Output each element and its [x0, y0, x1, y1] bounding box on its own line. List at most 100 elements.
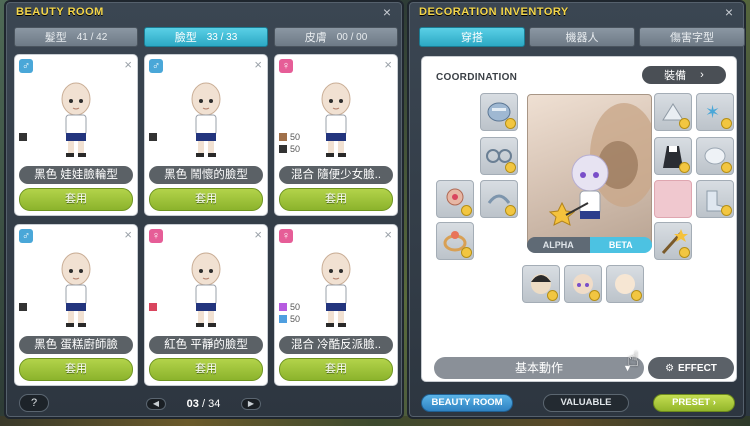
- slot-hat[interactable]: [480, 93, 518, 131]
- apply-button[interactable]: 套用: [149, 188, 263, 211]
- male-icon: ♂: [19, 229, 33, 243]
- next-page-button[interactable]: ▶: [240, 398, 261, 410]
- equip-button[interactable]: 裝備 ›: [642, 66, 726, 84]
- close-icon[interactable]: ×: [124, 57, 132, 72]
- male-icon: ♂: [19, 59, 33, 73]
- slot-face-accessory[interactable]: [480, 137, 518, 175]
- face-card[interactable]: ♀ × 50 50 混合 冷酷反派臉.. 套用: [274, 224, 398, 386]
- tab-skin[interactable]: 皮膚 00 / 00: [274, 27, 398, 47]
- female-icon: ♀: [279, 229, 293, 243]
- close-icon[interactable]: ×: [254, 227, 262, 242]
- apply-button[interactable]: 套用: [279, 188, 393, 211]
- apply-button[interactable]: 套用: [19, 358, 133, 381]
- tab-hair[interactable]: 髮型 41 / 42: [14, 27, 138, 47]
- coin-icon: [505, 162, 516, 173]
- prev-page-button[interactable]: ◀: [146, 398, 166, 410]
- help-button[interactable]: ?: [19, 394, 49, 412]
- alpha-option[interactable]: ALPHA: [527, 237, 590, 253]
- color-swatches: [19, 301, 30, 313]
- tab-android[interactable]: 機器人: [529, 27, 635, 47]
- color-swatch: [149, 303, 157, 311]
- slot-weapon[interactable]: [654, 222, 692, 260]
- color-swatches: [149, 131, 160, 143]
- color-swatches: 50 50: [279, 131, 300, 155]
- coin-icon: [631, 290, 642, 301]
- coin-icon: [721, 118, 732, 129]
- mix-ratio: 50: [290, 302, 301, 312]
- decoration-close-icon[interactable]: ×: [722, 5, 736, 19]
- slot-effect[interactable]: ✶: [696, 93, 734, 131]
- color-swatches: [149, 301, 160, 313]
- slot-gloves[interactable]: [696, 137, 734, 175]
- apply-button[interactable]: 套用: [149, 358, 263, 381]
- apply-button[interactable]: 套用: [279, 358, 393, 381]
- tab-face-label: 臉型: [174, 32, 197, 44]
- coin-icon: [461, 247, 472, 258]
- tab-damage-skin[interactable]: 傷害字型: [639, 27, 745, 47]
- coin-icon: [461, 205, 472, 216]
- color-swatches: 50 50: [279, 301, 300, 325]
- page-separator: /: [198, 398, 209, 410]
- face-name: 混合 冷酷反派臉..: [279, 336, 393, 354]
- slot-earring[interactable]: [436, 180, 474, 218]
- page-indicator: 03 / 34: [187, 398, 221, 410]
- effect-button[interactable]: ⚙ EFFECT: [648, 357, 734, 379]
- hand-cursor-icon: ☝: [627, 349, 640, 371]
- mix-ratio: 50: [290, 144, 301, 154]
- close-icon[interactable]: ×: [254, 57, 262, 72]
- coin-icon: [505, 205, 516, 216]
- page-current: 03: [186, 398, 199, 410]
- slot-shoes[interactable]: [696, 180, 734, 218]
- page-total: 34: [208, 398, 221, 410]
- avatar: [191, 82, 221, 157]
- face-name: 紅色 平靜的臉型: [149, 336, 263, 354]
- decoration-title: DECORATION INVENTORY: [419, 6, 569, 18]
- slot-overall[interactable]: [654, 137, 692, 175]
- tab-damage-skin-label: 傷害字型: [670, 32, 714, 44]
- color-swatch: [149, 133, 157, 141]
- slot-face[interactable]: [564, 265, 602, 303]
- tab-face[interactable]: 臉型 33 / 33: [144, 27, 268, 47]
- slot-hair[interactable]: [522, 265, 560, 303]
- color-swatch-row: 50: [279, 143, 300, 155]
- color-swatch-row: [19, 301, 30, 313]
- close-icon[interactable]: ×: [124, 227, 132, 242]
- tab-android-label: 機器人: [565, 32, 599, 44]
- motion-select[interactable]: 基本動作 ▼: [434, 357, 644, 379]
- slot-ring[interactable]: [436, 222, 474, 260]
- close-icon[interactable]: ×: [384, 227, 392, 242]
- face-card[interactable]: ♂ × 黑色 娃娃臉輪型套用: [14, 54, 138, 216]
- tab-outfit[interactable]: 穿搭: [419, 27, 525, 47]
- face-card[interactable]: ♀ × 紅色 平靜的臉型 套用: [144, 224, 268, 386]
- coordination-label: COORDINATION: [436, 72, 518, 83]
- effect-label: EFFECT: [678, 362, 717, 374]
- alpha-beta-toggle[interactable]: ALPHA BETA: [527, 237, 652, 253]
- motion-label: 基本動作: [514, 361, 563, 375]
- coin-icon: [679, 118, 690, 129]
- slot-empty[interactable]: [654, 180, 692, 218]
- face-card[interactable]: ♀ × 50 50 混合 隨便少女臉.. 套用: [274, 54, 398, 216]
- beta-option[interactable]: BETA: [589, 237, 652, 253]
- color-swatch-row: 50: [279, 301, 300, 313]
- color-swatch-row: [149, 131, 160, 143]
- face-card[interactable]: ♂ × 黑色 蛋糕廚師臉套用: [14, 224, 138, 386]
- face-name: 黑色 娃娃臉輪型: [19, 166, 133, 184]
- color-swatch: [279, 133, 287, 141]
- face-name: 黑色 蛋糕廚師臉: [19, 336, 133, 354]
- avatar: [321, 82, 351, 157]
- slot-eye-accessory[interactable]: [480, 180, 518, 218]
- beauty-room-button[interactable]: BEAUTY ROOM: [421, 394, 513, 412]
- apply-button[interactable]: 套用: [19, 188, 133, 211]
- close-icon[interactable]: ×: [384, 57, 392, 72]
- valuable-button[interactable]: VALUABLE: [543, 394, 629, 412]
- slot-cape-top[interactable]: [654, 93, 692, 131]
- face-card[interactable]: ♂ × 黑色 鬧懷的臉型 套用: [144, 54, 268, 216]
- beauty-room-close-icon[interactable]: ×: [380, 5, 394, 19]
- slot-skin[interactable]: [606, 265, 644, 303]
- color-swatch: [19, 133, 27, 141]
- face-name: 混合 隨便少女臉..: [279, 166, 393, 184]
- preset-button[interactable]: PRESET ›: [653, 394, 735, 412]
- svg-text:✶: ✶: [705, 102, 720, 122]
- gear-icon: ⚙: [665, 362, 675, 374]
- mix-ratio: 50: [290, 132, 301, 142]
